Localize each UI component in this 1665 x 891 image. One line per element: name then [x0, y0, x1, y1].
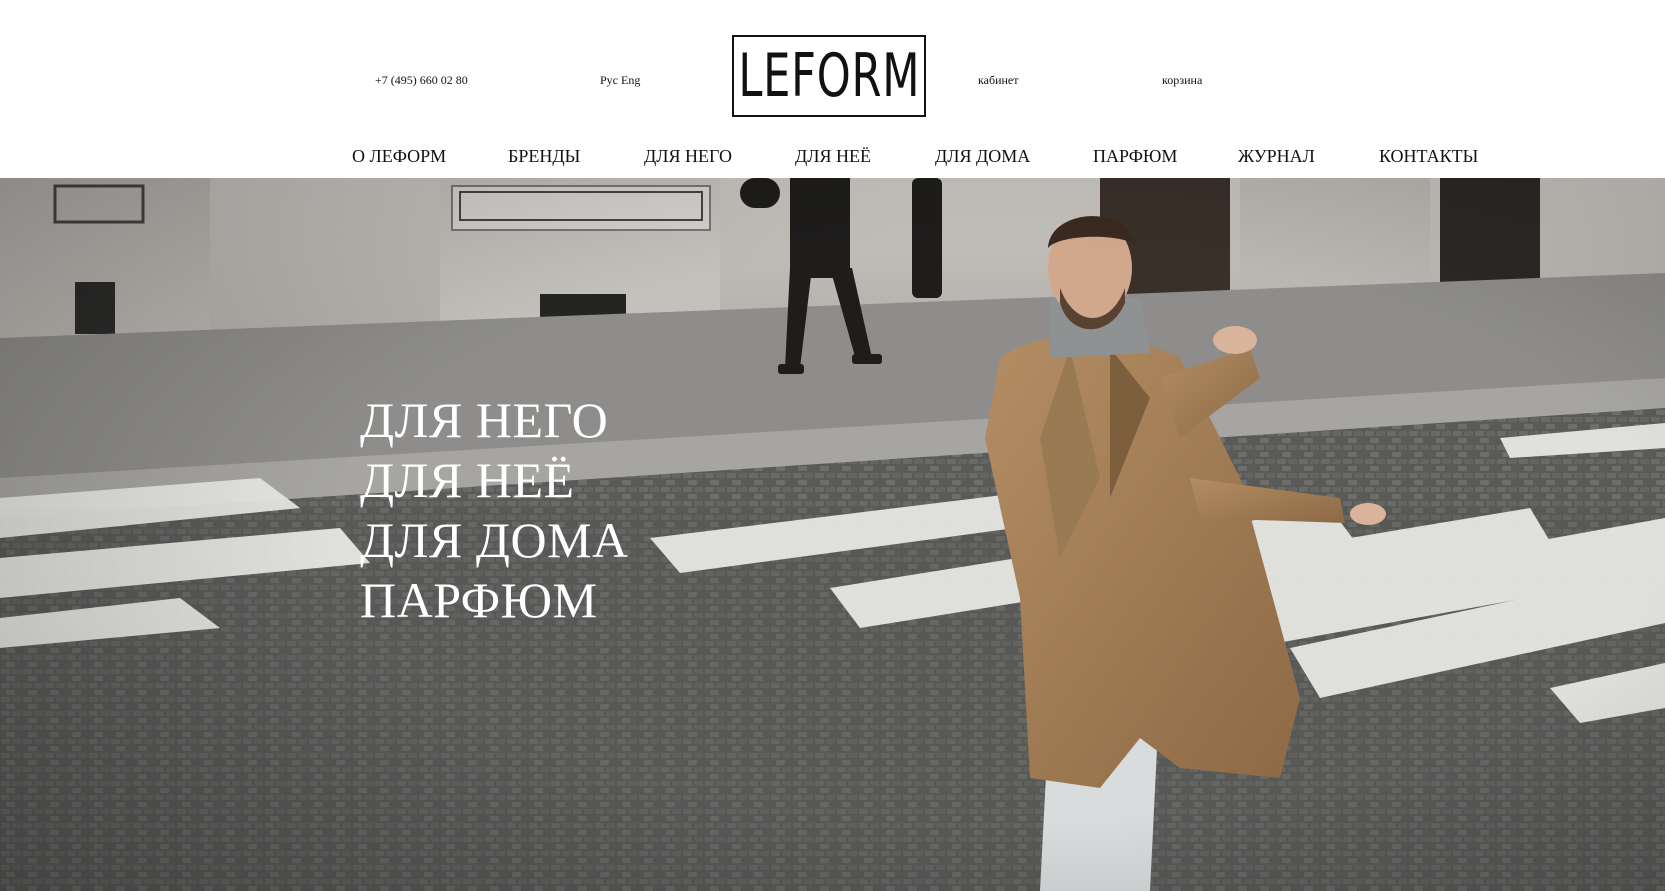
hero-link-perfume[interactable]: ПАРФЮМ: [360, 570, 629, 630]
nav-item-for-home[interactable]: ДЛЯ ДОМА: [935, 145, 1030, 167]
logo-text: LEFORM: [738, 41, 920, 111]
hero-banner: ДЛЯ НЕГО ДЛЯ НЕЁ ДЛЯ ДОМА ПАРФЮМ: [0, 178, 1665, 891]
site-logo[interactable]: LEFORM: [732, 35, 926, 117]
nav-item-journal[interactable]: ЖУРНАЛ: [1238, 145, 1315, 167]
hero-photo: [0, 178, 1665, 891]
language-ru-link[interactable]: Рус: [600, 73, 618, 87]
site-header: +7 (495) 660 02 80 Рус Eng LEFORM кабине…: [0, 0, 1665, 178]
page: +7 (495) 660 02 80 Рус Eng LEFORM кабине…: [0, 0, 1665, 891]
hero-category-menu: ДЛЯ НЕГО ДЛЯ НЕЁ ДЛЯ ДОМА ПАРФЮМ: [360, 390, 629, 630]
nav-item-contacts[interactable]: КОНТАКТЫ: [1379, 145, 1478, 167]
nav-item-for-her[interactable]: ДЛЯ НЕЁ: [795, 145, 871, 167]
cart-link[interactable]: корзина: [1162, 73, 1202, 87]
nav-item-for-him[interactable]: ДЛЯ НЕГО: [644, 145, 732, 167]
nav-item-perfume[interactable]: ПАРФЮМ: [1093, 145, 1177, 167]
hero-link-for-him[interactable]: ДЛЯ НЕГО: [360, 390, 629, 450]
phone-link[interactable]: +7 (495) 660 02 80: [375, 73, 468, 87]
account-link[interactable]: кабинет: [978, 73, 1019, 87]
language-switcher: Рус Eng: [600, 73, 640, 87]
nav-item-about[interactable]: О ЛЕФОРМ: [352, 145, 446, 167]
hero-link-for-home[interactable]: ДЛЯ ДОМА: [360, 510, 629, 570]
hero-link-for-her[interactable]: ДЛЯ НЕЁ: [360, 450, 629, 510]
main-nav: О ЛЕФОРМ БРЕНДЫ ДЛЯ НЕГО ДЛЯ НЕЁ ДЛЯ ДОМ…: [0, 145, 1665, 169]
nav-item-brands[interactable]: БРЕНДЫ: [508, 145, 580, 167]
language-en-link[interactable]: Eng: [621, 73, 640, 87]
